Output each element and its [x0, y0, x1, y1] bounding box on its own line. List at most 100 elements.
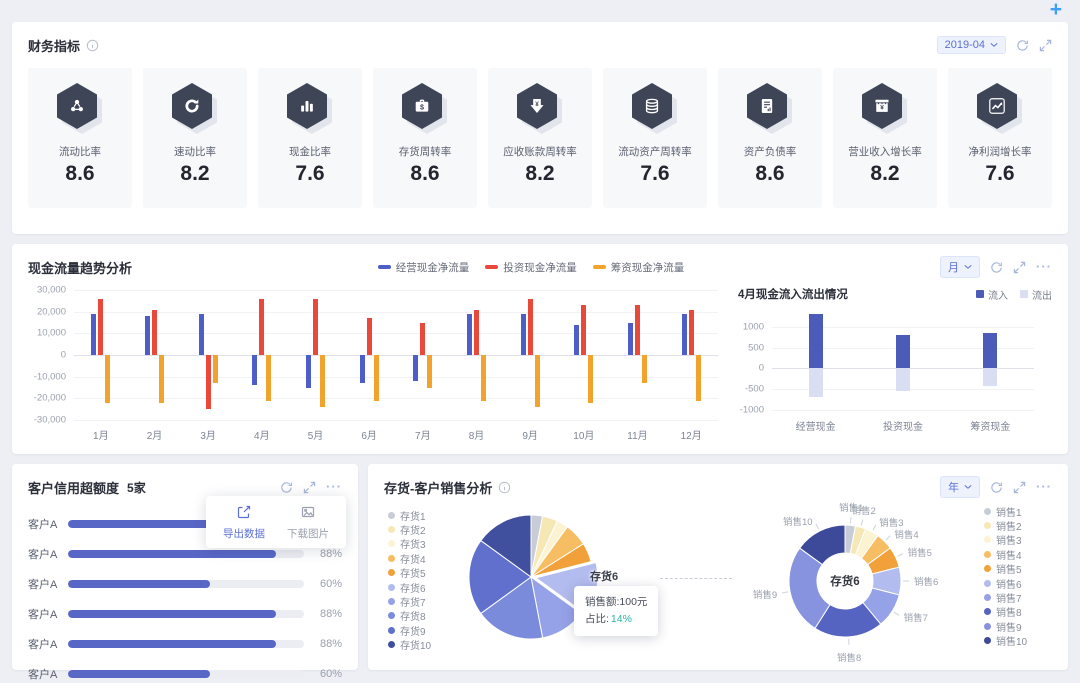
menu-item-export[interactable]: 导出数据	[216, 505, 272, 541]
bar[interactable]	[474, 309, 479, 355]
bar[interactable]	[420, 322, 426, 355]
legend-item[interactable]: 筹资现金净流量	[592, 260, 684, 275]
refresh-icon[interactable]	[280, 481, 293, 494]
bar[interactable]	[198, 313, 204, 355]
add-panel-button[interactable]: +	[1050, 0, 1062, 22]
bar[interactable]	[159, 355, 164, 403]
legend-item[interactable]: 经营现金净流量	[377, 260, 469, 275]
bar[interactable]	[808, 368, 823, 398]
bar[interactable]	[628, 322, 633, 355]
pie-slice-label: 存货6	[590, 571, 619, 583]
legend-item[interactable]: 存货2	[388, 522, 431, 537]
bar[interactable]	[320, 355, 325, 407]
legend-item[interactable]: 存货3	[388, 537, 431, 551]
credit-bar-fill[interactable]	[68, 670, 210, 678]
refresh-icon[interactable]	[990, 481, 1003, 494]
legend-item[interactable]: 存货10	[388, 638, 431, 652]
legend-item[interactable]: 销售2	[984, 518, 1027, 533]
legend-item[interactable]: 销售6	[984, 576, 1027, 591]
legend-item[interactable]: 销售5	[984, 562, 1027, 576]
tooltip-ratio-line: 占比: 14%	[585, 611, 647, 628]
bar[interactable]	[252, 355, 258, 386]
bar[interactable]	[520, 313, 526, 355]
expand-icon[interactable]	[1013, 481, 1026, 494]
legend-item[interactable]: 销售10	[984, 634, 1027, 648]
bar[interactable]	[427, 355, 433, 388]
bar[interactable]	[413, 355, 419, 381]
bar[interactable]	[688, 309, 694, 355]
metric-card[interactable]: 净利润增长率 7.6	[948, 68, 1052, 208]
bar[interactable]	[681, 313, 687, 355]
bar[interactable]	[808, 314, 823, 369]
bar[interactable]	[145, 316, 150, 355]
bar[interactable]	[366, 318, 372, 355]
bar[interactable]	[98, 298, 104, 355]
bar[interactable]	[91, 313, 97, 355]
legend-item[interactable]: 销售8	[984, 605, 1027, 619]
period-select[interactable]: 月	[940, 256, 980, 278]
bar[interactable]	[306, 355, 311, 388]
legend-item[interactable]: 存货4	[388, 551, 431, 566]
legend-item[interactable]: 销售7	[984, 590, 1027, 605]
bar[interactable]	[574, 324, 580, 355]
bar[interactable]	[983, 332, 998, 369]
menu-item-image-download[interactable]: 下载图片	[280, 505, 336, 541]
legend-item[interactable]: 流出	[1020, 287, 1052, 302]
legend-item[interactable]: 销售4	[984, 547, 1027, 562]
more-icon[interactable]: ···	[326, 480, 342, 493]
period-select[interactable]: 年	[940, 476, 980, 498]
bar[interactable]	[359, 355, 365, 384]
refresh-icon[interactable]	[1016, 39, 1029, 52]
bar[interactable]	[588, 355, 594, 403]
bar[interactable]	[534, 355, 540, 407]
expand-icon[interactable]	[1013, 261, 1026, 274]
metric-card[interactable]: 流动资产周转率 7.6	[603, 68, 707, 208]
metric-card[interactable]: 速动比率 8.2	[143, 68, 247, 208]
bar[interactable]	[266, 355, 272, 401]
bar[interactable]	[481, 355, 486, 401]
legend-item[interactable]: 存货8	[388, 609, 431, 623]
bar[interactable]	[896, 335, 910, 369]
bar[interactable]	[896, 368, 910, 392]
more-icon[interactable]: ···	[1036, 480, 1052, 493]
bar[interactable]	[642, 355, 647, 384]
expand-icon[interactable]	[1039, 39, 1052, 52]
credit-bar-fill[interactable]	[68, 550, 276, 558]
legend-item[interactable]: 存货6	[388, 580, 431, 595]
more-icon[interactable]: ···	[1036, 260, 1052, 273]
bar[interactable]	[635, 305, 640, 355]
bar[interactable]	[205, 355, 211, 410]
credit-bar-fill[interactable]	[68, 640, 276, 648]
bar[interactable]	[581, 305, 587, 355]
bar[interactable]	[212, 355, 218, 384]
metric-card[interactable]: ¥ 营业收入增长率 8.2	[833, 68, 937, 208]
bar[interactable]	[105, 355, 111, 403]
legend-item[interactable]: 存货1	[388, 508, 431, 523]
bar[interactable]	[467, 313, 472, 355]
metric-card[interactable]: 流动比率 8.6	[28, 68, 132, 208]
legend-item[interactable]: 存货9	[388, 623, 431, 638]
legend-item[interactable]: 销售3	[984, 533, 1027, 547]
metric-card[interactable]: 现金比率 7.6	[258, 68, 362, 208]
refresh-icon[interactable]	[990, 261, 1003, 274]
bar[interactable]	[695, 355, 701, 401]
bar[interactable]	[527, 298, 533, 355]
metric-card[interactable]: ¥ 应收账款周转率 8.2	[488, 68, 592, 208]
legend-item[interactable]: 销售9	[984, 619, 1027, 634]
legend-item[interactable]: 销售1	[984, 504, 1027, 519]
bar[interactable]	[373, 355, 379, 401]
bar[interactable]	[983, 368, 998, 386]
legend-item[interactable]: 投资现金净流量	[485, 260, 577, 275]
legend-item[interactable]: 存货5	[388, 566, 431, 580]
bar[interactable]	[313, 298, 318, 355]
metric-card[interactable]: 资产负债率 8.6	[718, 68, 822, 208]
bar[interactable]	[259, 298, 265, 355]
bar[interactable]	[152, 309, 157, 355]
credit-bar-fill[interactable]	[68, 580, 210, 588]
legend-item[interactable]: 流入	[976, 287, 1008, 302]
credit-bar-fill[interactable]	[68, 610, 276, 618]
date-select[interactable]: 2019-04	[936, 36, 1006, 54]
legend-item[interactable]: 存货7	[388, 594, 431, 609]
metric-card[interactable]: $ 存货周转率 8.6	[373, 68, 477, 208]
expand-icon[interactable]	[303, 481, 316, 494]
